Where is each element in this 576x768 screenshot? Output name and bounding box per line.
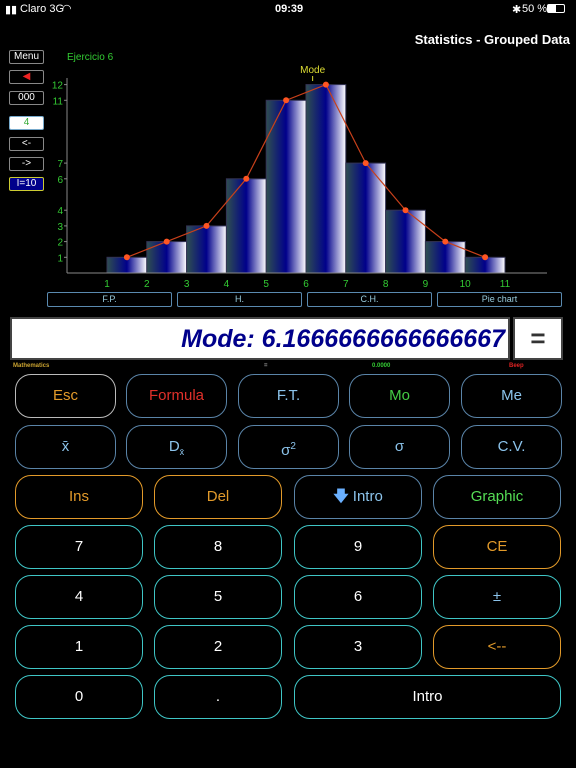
delete-button[interactable]: Del xyxy=(154,475,282,519)
chart-button-h[interactable]: H. xyxy=(177,292,302,307)
x-tick-label: 3 xyxy=(184,279,190,290)
histogram-bar xyxy=(424,241,466,274)
decimal-button[interactable]: . xyxy=(154,675,282,719)
polygon-point xyxy=(123,254,130,261)
result-display: Mode: 6.1666666666666667 xyxy=(10,317,510,360)
intro-down-label: Intro xyxy=(352,488,383,505)
x-tick-label: 9 xyxy=(423,279,429,290)
chart-button-pie-chart[interactable]: Pie chart xyxy=(437,292,562,307)
key-8[interactable]: 8 xyxy=(154,525,282,569)
key-5[interactable]: 5 xyxy=(154,575,282,619)
intro-button[interactable]: Intro xyxy=(294,675,561,719)
insert-button[interactable]: Ins xyxy=(15,475,143,519)
backspace-button[interactable]: <-- xyxy=(433,625,561,669)
y-tick-label: 4 xyxy=(57,206,63,217)
wifi-icon: ◠ xyxy=(62,3,72,15)
histogram-bar xyxy=(265,99,307,274)
x-tick-label: 6 xyxy=(303,279,309,290)
polygon-point xyxy=(482,254,489,261)
ft-button[interactable]: F.T. xyxy=(238,374,339,418)
histogram-bar xyxy=(225,178,267,274)
mean-button[interactable]: x̄ xyxy=(15,425,116,469)
y-tick-label: 3 xyxy=(57,222,63,233)
median-button[interactable]: Me xyxy=(461,374,562,418)
beep-indicator: Beep xyxy=(509,363,524,369)
y-tick-label: 7 xyxy=(57,159,63,170)
variance-button[interactable]: σ2 xyxy=(238,425,339,469)
graphic-button[interactable]: Graphic xyxy=(433,475,561,519)
esc-button[interactable]: Esc xyxy=(15,374,116,418)
polygon-point xyxy=(362,160,369,167)
x-tick-label: 5 xyxy=(263,279,269,290)
x-tick-label: 10 xyxy=(460,279,472,290)
var-label: σ xyxy=(281,442,291,459)
histogram-chart: Ejercicio 6 1 2 3 4 5 6 7 8 9 10 111234671112 Mode xyxy=(52,52,547,290)
chart-title: Ejercicio 6 xyxy=(67,52,114,63)
polygon-point xyxy=(203,222,210,229)
y-tick-label: 12 xyxy=(52,81,64,92)
polygon-point xyxy=(322,81,329,88)
x-tick-label: 8 xyxy=(383,279,389,290)
clock: 09:39 xyxy=(275,3,304,15)
chart-button-c-h[interactable]: C.H. xyxy=(307,292,432,307)
x-tick-label: 4 xyxy=(224,279,230,290)
std-dev-button[interactable]: σ xyxy=(349,425,450,469)
bluetooth-icon: ✱ xyxy=(512,4,522,16)
key-0[interactable]: 0 xyxy=(15,675,143,719)
mode-indicator: Mathematics xyxy=(13,363,50,369)
carrier: Claro 3G xyxy=(20,3,65,15)
polygon-point xyxy=(442,238,449,245)
histogram-bar xyxy=(186,225,227,274)
clear-entry-button[interactable]: CE xyxy=(433,525,561,569)
signal-icon: ▮▮ xyxy=(5,4,18,16)
y-tick-label: 6 xyxy=(57,175,63,186)
key-7[interactable]: 7 xyxy=(15,525,143,569)
chart-button-f-p[interactable]: F.P. xyxy=(47,292,172,307)
x-tick-label: 7 xyxy=(343,279,349,290)
histogram-bar xyxy=(385,209,426,274)
arrow-down-icon: 🡇 xyxy=(333,488,349,505)
histogram-bar xyxy=(146,241,188,274)
dev-label: D xyxy=(168,438,180,455)
mode-button[interactable]: Mo xyxy=(349,374,450,418)
formula-button[interactable]: Formula xyxy=(126,374,227,418)
battery-level: 50 % xyxy=(522,3,548,15)
status-bar: ▮▮ Claro 3G ◠ 09:39 ✱ 50 % xyxy=(0,0,576,18)
x-tick-label: 1 xyxy=(104,279,110,290)
y-tick-label: 1 xyxy=(57,253,63,264)
var-sup: 2 xyxy=(290,441,296,452)
polygon-point xyxy=(283,97,290,104)
key-4[interactable]: 4 xyxy=(15,575,143,619)
x-tick-label: 2 xyxy=(144,279,150,290)
key-1[interactable]: 1 xyxy=(15,625,143,669)
mode-label: Mode xyxy=(300,65,325,76)
key-2[interactable]: 2 xyxy=(154,625,282,669)
key-6[interactable]: 6 xyxy=(294,575,422,619)
y-tick-label: 11 xyxy=(53,96,64,107)
plus-minus-button[interactable]: ± xyxy=(433,575,561,619)
mean-deviation-button[interactable]: Dx̄ xyxy=(126,425,227,469)
y-tick-label: 2 xyxy=(57,238,63,249)
dev-sub: x̄ xyxy=(179,447,185,457)
battery-icon xyxy=(547,4,565,13)
cv-button[interactable]: C.V. xyxy=(461,425,562,469)
equals-button[interactable]: = xyxy=(513,317,563,360)
x-tick-label: 11 xyxy=(500,279,511,290)
key-9[interactable]: 9 xyxy=(294,525,422,569)
polygon-point xyxy=(163,238,170,245)
intro-down-button[interactable]: 🡇 Intro xyxy=(294,475,422,519)
precision-indicator: 0.0000 xyxy=(372,363,391,369)
polygon-point xyxy=(243,175,250,182)
dot-indicator: = xyxy=(264,363,268,369)
key-3[interactable]: 3 xyxy=(294,625,422,669)
polygon-point xyxy=(402,207,409,214)
